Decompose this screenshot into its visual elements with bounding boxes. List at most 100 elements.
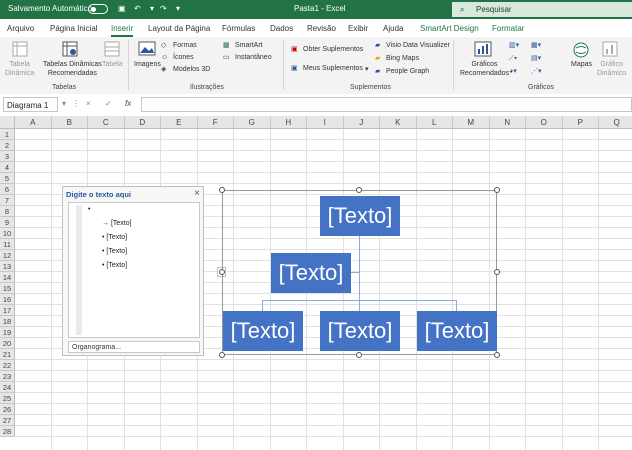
- column-header[interactable]: M: [453, 116, 490, 129]
- tab-smartart-design[interactable]: SmartArt Design: [420, 24, 479, 33]
- column-header[interactable]: Q: [599, 116, 632, 129]
- line-chart-icon[interactable]: ⟋▾: [509, 54, 517, 63]
- people-graph-button[interactable]: People Graph: [386, 67, 429, 76]
- column-header[interactable]: K: [380, 116, 417, 129]
- search-box[interactable]: ⌕ Pesquisar: [452, 2, 632, 17]
- row-header[interactable]: 24: [0, 382, 15, 393]
- bing-maps-button[interactable]: Bing Maps: [386, 54, 419, 63]
- tab-formulas[interactable]: Fórmulas: [222, 24, 255, 33]
- row-header[interactable]: 20: [0, 338, 15, 349]
- get-addins-button[interactable]: Obter Suplementos: [303, 45, 363, 54]
- name-box-dropdown-icon[interactable]: ▾: [62, 99, 66, 108]
- name-box[interactable]: Diagrama 1: [3, 97, 58, 112]
- smartart-node-top[interactable]: [Texto]: [320, 196, 400, 236]
- row-header[interactable]: 26: [0, 404, 15, 415]
- row-header[interactable]: 18: [0, 316, 15, 327]
- row-header[interactable]: 4: [0, 162, 15, 173]
- text-pane-scrollbar[interactable]: [76, 205, 82, 335]
- my-addins-dropdown-icon[interactable]: ▾: [365, 65, 369, 74]
- smartart-button[interactable]: SmartArt: [235, 41, 263, 50]
- smartart-node-child-2[interactable]: [Texto]: [320, 311, 400, 351]
- layout-name-link[interactable]: Organograma...: [68, 341, 200, 353]
- 3d-models-button[interactable]: Modelos 3D: [173, 65, 210, 74]
- column-header[interactable]: J: [343, 116, 380, 129]
- table-button[interactable]: Tabela: [102, 60, 123, 69]
- row-header[interactable]: 17: [0, 305, 15, 316]
- row-header[interactable]: 19: [0, 327, 15, 338]
- screenshot-button[interactable]: Instantâneo: [235, 53, 272, 62]
- customize-toolbar-icon[interactable]: ▾: [176, 4, 180, 13]
- row-header[interactable]: 16: [0, 294, 15, 305]
- pivot-chart-button[interactable]: Gráfico Dinâmico: [597, 60, 626, 78]
- row-header[interactable]: 23: [0, 371, 15, 382]
- redo-icon[interactable]: ↷: [160, 4, 167, 13]
- column-header[interactable]: C: [88, 116, 125, 129]
- column-header[interactable]: E: [161, 116, 198, 129]
- column-header[interactable]: N: [489, 116, 526, 129]
- statistic-chart-icon[interactable]: ▤▾: [531, 54, 541, 63]
- resize-handle-sw[interactable]: [219, 352, 225, 358]
- save-icon[interactable]: ▣: [118, 4, 126, 13]
- my-addins-button[interactable]: Meus Suplementos: [303, 64, 363, 73]
- row-header[interactable]: 25: [0, 393, 15, 404]
- row-header[interactable]: 9: [0, 217, 15, 228]
- scatter-chart-icon[interactable]: ⋰▾: [531, 67, 542, 76]
- undo-dropdown-icon[interactable]: ▾: [150, 4, 154, 13]
- recommended-charts-button[interactable]: Gráficos Recomendados: [460, 60, 509, 78]
- row-header[interactable]: 13: [0, 261, 15, 272]
- tab-dados[interactable]: Dados: [270, 24, 293, 33]
- undo-icon[interactable]: ↶: [134, 4, 141, 13]
- resize-handle-nw[interactable]: [219, 187, 225, 193]
- row-header[interactable]: 15: [0, 283, 15, 294]
- tab-arquivo[interactable]: Arquivo: [7, 24, 34, 33]
- row-header[interactable]: 14: [0, 272, 15, 283]
- row-header[interactable]: 27: [0, 415, 15, 426]
- recommended-pivot-button[interactable]: Tabelas Dinâmicas Recomendadas: [43, 60, 102, 78]
- smartart-node-assistant[interactable]: [Texto]: [271, 253, 351, 293]
- resize-handle-se[interactable]: [494, 352, 500, 358]
- tab-revisao[interactable]: Revisão: [307, 24, 336, 33]
- column-header[interactable]: G: [234, 116, 271, 129]
- tab-exibir[interactable]: Exibir: [348, 24, 368, 33]
- enter-icon[interactable]: ✓: [105, 99, 112, 108]
- row-header[interactable]: 7: [0, 195, 15, 206]
- pivot-table-button[interactable]: Tabela Dinâmica: [5, 60, 34, 78]
- row-header[interactable]: 28: [0, 426, 15, 437]
- shapes-button[interactable]: Formas: [173, 41, 197, 50]
- autosave-toggle[interactable]: [88, 4, 108, 14]
- row-header[interactable]: 6: [0, 184, 15, 195]
- column-header[interactable]: B: [51, 116, 88, 129]
- row-header[interactable]: 5: [0, 173, 15, 184]
- resize-handle-w[interactable]: [219, 269, 225, 275]
- hierarchy-chart-icon[interactable]: ▦▾: [531, 41, 541, 50]
- row-header[interactable]: 11: [0, 239, 15, 250]
- bullet-item-3[interactable]: • [Texto]: [102, 262, 127, 269]
- tab-formatar[interactable]: Formatar: [492, 24, 524, 33]
- column-header[interactable]: P: [562, 116, 599, 129]
- bullet-item-2[interactable]: • [Texto]: [102, 248, 127, 255]
- column-header[interactable]: H: [270, 116, 307, 129]
- cancel-icon[interactable]: ×: [86, 99, 91, 108]
- column-header[interactable]: A: [15, 116, 52, 129]
- bullet-item-assistant[interactable]: → [Texto]: [102, 220, 132, 227]
- row-header[interactable]: 1: [0, 129, 15, 140]
- resize-handle-n[interactable]: [356, 187, 362, 193]
- maps-button[interactable]: Mapas: [571, 60, 592, 69]
- bullet-item-1[interactable]: • [Texto]: [102, 234, 127, 241]
- tab-ajuda[interactable]: Ajuda: [383, 24, 403, 33]
- icons-button[interactable]: Ícones: [173, 53, 194, 62]
- resize-handle-s[interactable]: [356, 352, 362, 358]
- resize-handle-e[interactable]: [494, 269, 500, 275]
- select-all-corner[interactable]: [0, 116, 15, 129]
- pie-chart-icon[interactable]: ◕▾: [509, 67, 517, 76]
- resize-handle-ne[interactable]: [494, 187, 500, 193]
- column-header[interactable]: I: [307, 116, 344, 129]
- row-header[interactable]: 21: [0, 349, 15, 360]
- smartart-node-child-1[interactable]: [Texto]: [223, 311, 303, 351]
- visio-button[interactable]: Visio Data Visualizer: [386, 41, 450, 50]
- tab-layout-da-pagina[interactable]: Layout da Página: [148, 24, 210, 33]
- row-header[interactable]: 12: [0, 250, 15, 261]
- images-button[interactable]: Imagens: [134, 60, 161, 69]
- smartart-node-child-3[interactable]: [Texto]: [417, 311, 497, 351]
- top-level-bullet[interactable]: •: [88, 206, 90, 213]
